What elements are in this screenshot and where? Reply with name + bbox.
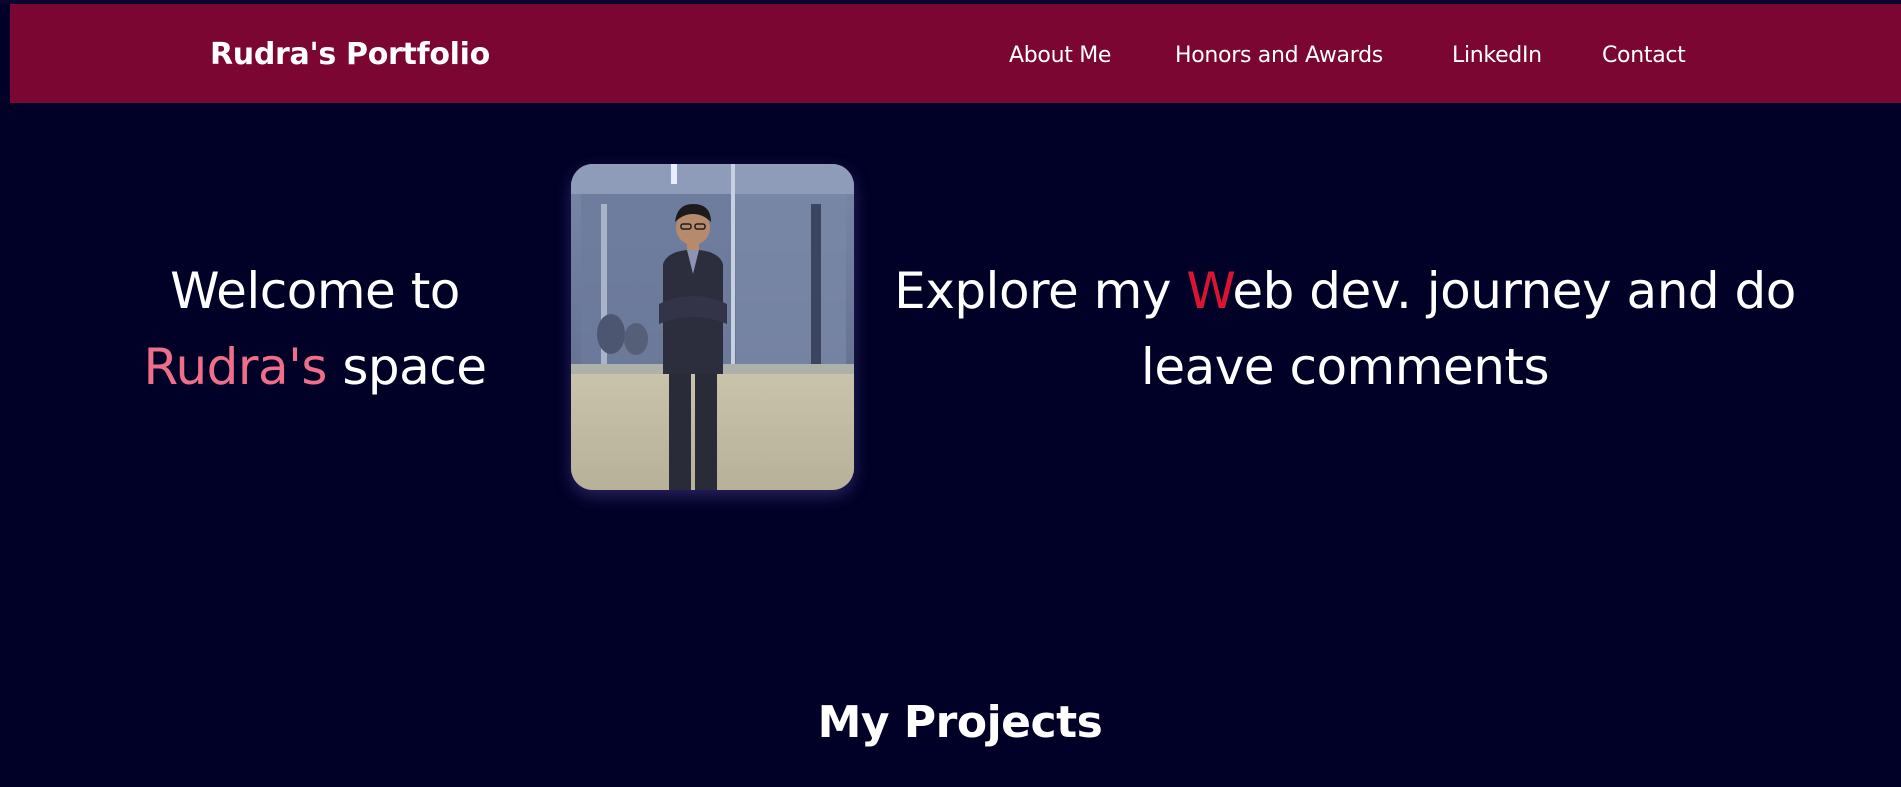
explore-rest: eb dev. journey and do leave comments (1140, 262, 1796, 396)
nav-link-about-me[interactable]: About Me (1009, 41, 1111, 71)
navbar: Rudra's Portfolio About Me Honors and Aw… (10, 4, 1901, 103)
explore-accent-letter: W (1186, 262, 1233, 320)
profile-photo-image (571, 164, 854, 490)
nav-links: About Me Honors and Awards LinkedIn Cont… (10, 41, 1901, 71)
welcome-line: Welcome to (170, 262, 460, 320)
projects-section-title: My Projects (817, 696, 1103, 748)
welcome-heading: Welcome to Rudra's space (120, 253, 510, 405)
nav-link-linkedin[interactable]: LinkedIn (1452, 41, 1542, 71)
welcome-name: Rudra's (143, 338, 328, 396)
explore-prefix: Explore my (894, 262, 1187, 320)
explore-heading: Explore my Web dev. journey and do leave… (880, 253, 1810, 405)
nav-link-honors-and-awards[interactable]: Honors and Awards (1175, 41, 1383, 71)
welcome-suffix: space (326, 338, 487, 396)
profile-photo (571, 164, 854, 490)
nav-link-contact[interactable]: Contact (1602, 41, 1686, 71)
